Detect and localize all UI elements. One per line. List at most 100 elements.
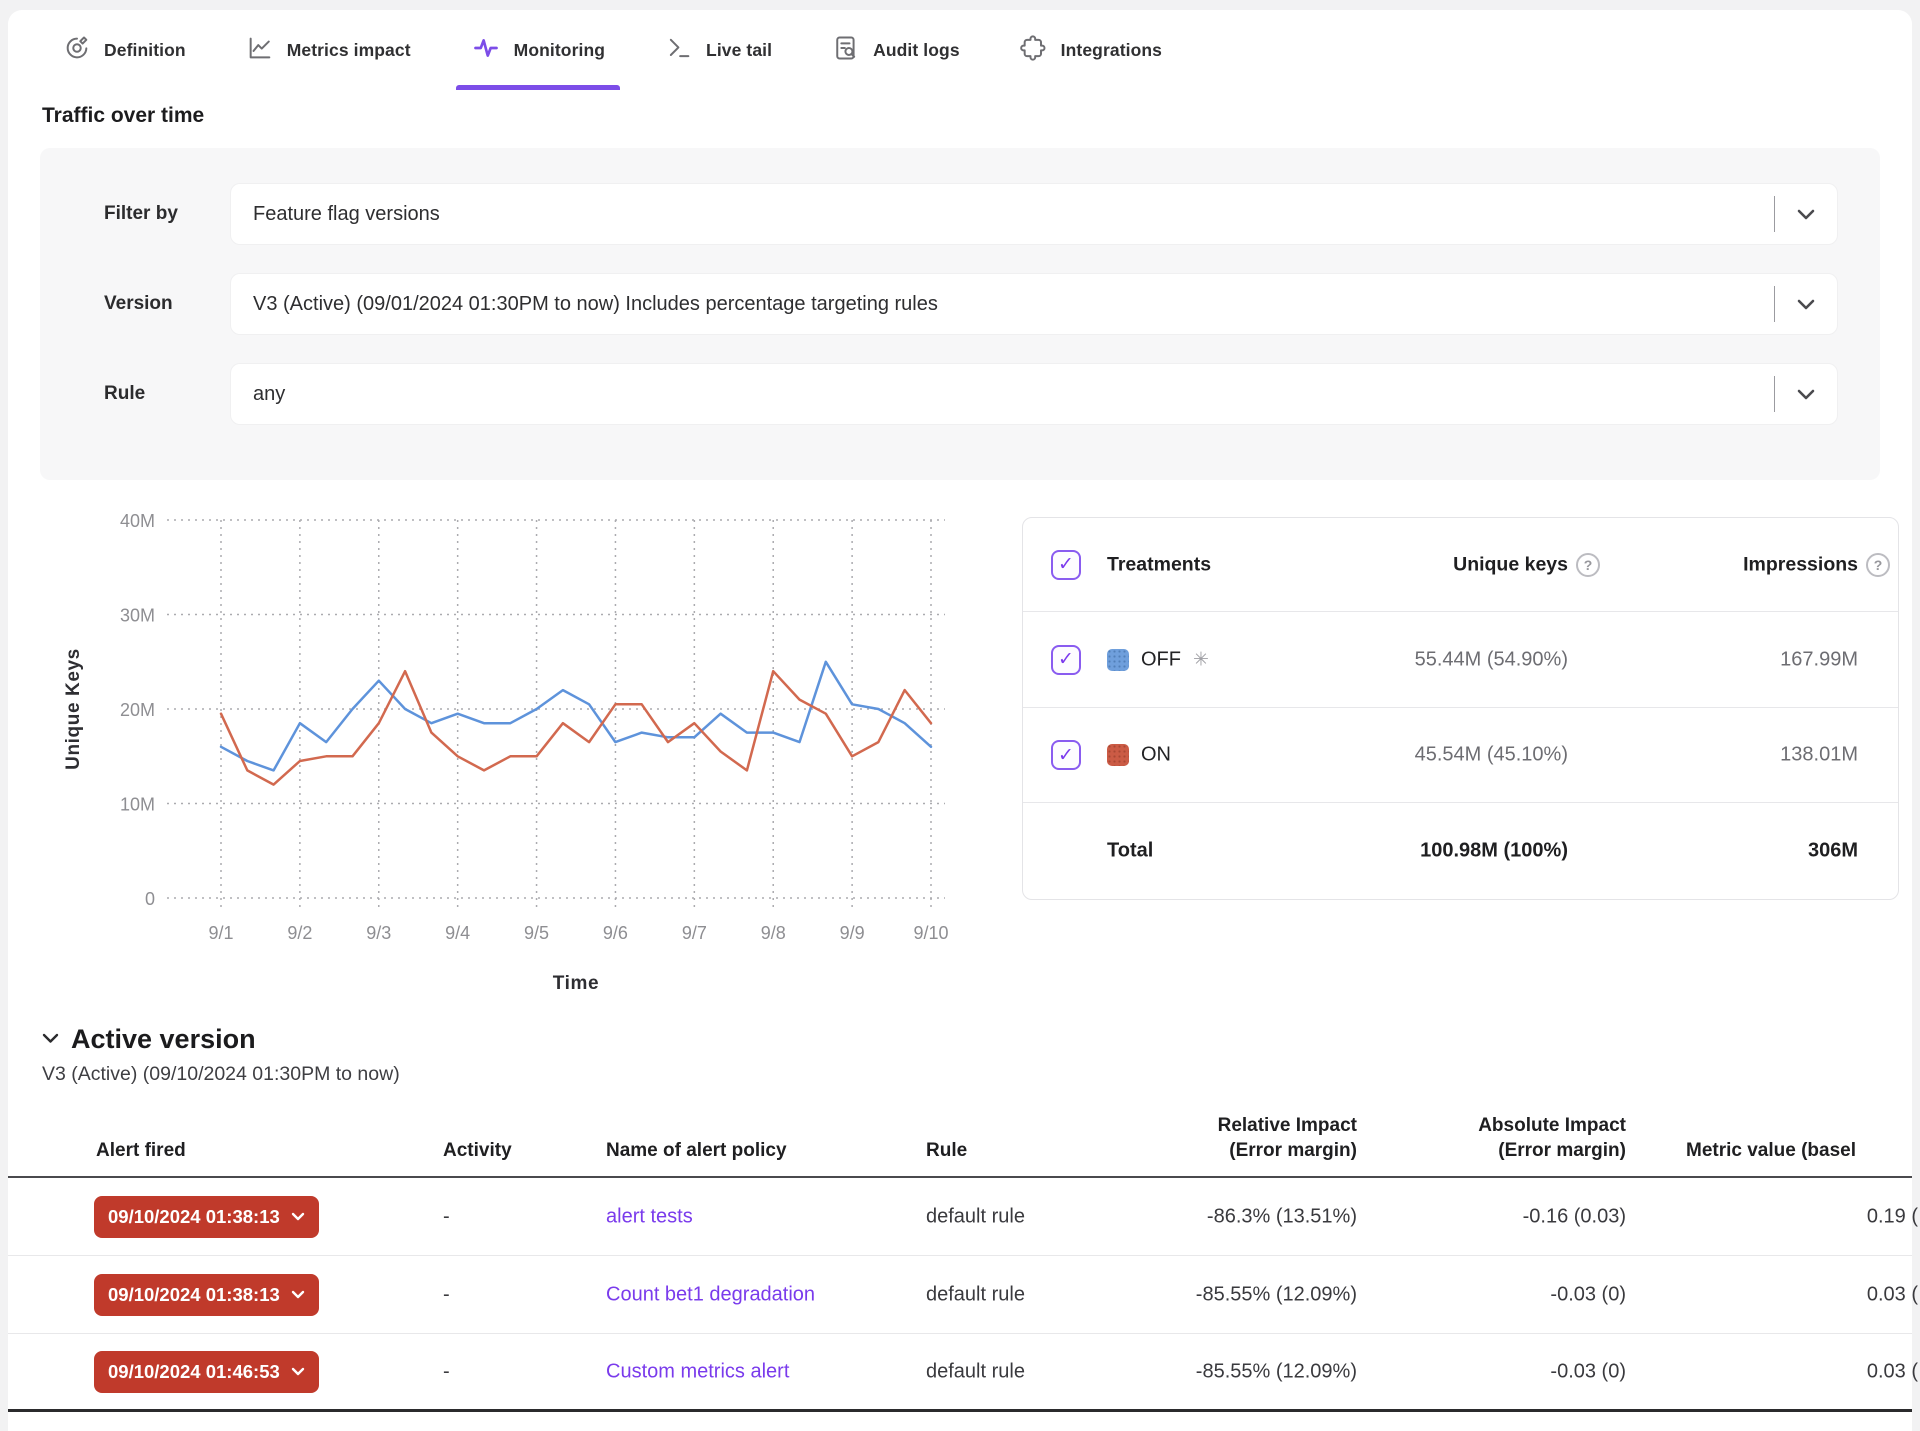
rule-cell: default rule [926,1283,1025,1306]
col-header-relative-impact: Relative Impact (Error margin) [1097,1113,1357,1164]
alert-policy-link[interactable]: Count bet1 degradation [606,1283,815,1306]
svg-text:9/10: 9/10 [913,923,948,943]
tab-audit-logs[interactable]: Audit logs [817,10,975,90]
tab-definition[interactable]: Definition [48,10,201,90]
main-card: Definition Metrics impact Monitoring Liv… [8,10,1912,1431]
svg-text:9/9: 9/9 [840,923,865,943]
active-version-subtitle: V3 (Active) (09/10/2024 01:30PM to now) [42,1063,1912,1086]
treatments-total-row: Total 100.98M (100%) 306M [1023,803,1898,899]
default-treatment-icon: ✳ [1193,648,1209,671]
version-value: V3 (Active) (09/01/2024 01:30PM to now) … [231,293,1774,316]
impressions-help-icon[interactable]: ? [1866,553,1890,577]
filter-by-label: Filter by [40,203,230,225]
check-icon: ✓ [1058,746,1074,765]
col-header-rule: Rule [926,1138,967,1164]
alert-table: Alert fired Activity Name of alert polic… [8,1102,1912,1412]
total-label: Total [1107,840,1153,863]
alert-row: 09/10/2024 01:46:53 - Custom metrics ale… [8,1334,1912,1412]
version-label: Version [40,293,230,315]
metric-value-cell: 0.19 ( [1678,1205,1918,1228]
alert-fired-badge[interactable]: 09/10/2024 01:46:53 [94,1351,319,1393]
chart-section: 9/19/29/39/49/59/69/79/89/99/10010M20M30… [8,502,1912,1002]
svg-text:10M: 10M [120,795,155,815]
tab-label: Monitoring [514,40,605,61]
definition-target-icon [63,34,91,67]
alert-fired-badge[interactable]: 09/10/2024 01:38:13 [94,1196,319,1238]
absolute-impact-cell: -0.03 (0) [1416,1360,1626,1383]
tab-live-tail[interactable]: Live tail [650,10,787,90]
unique-keys-value: 55.44M (54.90%) [1268,648,1568,671]
alert-row: 09/10/2024 01:38:13 - Count bet1 degrada… [8,1256,1912,1334]
filter-panel: Filter by Feature flag versions Version … [40,148,1880,480]
rule-value: any [231,383,1774,406]
page: Definition Metrics impact Monitoring Liv… [0,0,1920,1431]
active-version-header[interactable]: Active version [42,1024,1912,1055]
y-axis-title: Unique Keys [63,648,84,770]
relative-impact-cell: -86.3% (13.51%) [1097,1205,1357,1228]
relative-impact-cell: -85.55% (12.09%) [1097,1360,1357,1383]
tab-monitoring[interactable]: Monitoring [456,10,620,90]
tab-label: Integrations [1061,40,1162,61]
svg-text:40M: 40M [120,511,155,531]
series-line-OFF [221,662,931,771]
filter-by-select[interactable]: Feature flag versions [230,183,1838,245]
svg-text:0: 0 [145,889,155,909]
svg-text:9/6: 9/6 [603,923,628,943]
chevron-down-icon [1775,299,1837,310]
treatment-row-on: ✓ ON 45.54M (45.10%) 138.01M [1023,708,1898,803]
svg-text:9/7: 9/7 [682,923,707,943]
alert-table-header: Alert fired Activity Name of alert polic… [8,1102,1912,1178]
on-series-swatch [1107,744,1129,766]
metric-value-cell: 0.03 ( [1678,1283,1918,1306]
rule-label: Rule [40,383,230,405]
svg-text:30M: 30M [120,606,155,626]
check-icon: ✓ [1058,555,1074,574]
alert-policy-link[interactable]: alert tests [606,1205,693,1228]
rule-select[interactable]: any [230,363,1838,425]
impressions-value: 167.99M [1608,648,1858,671]
off-series-swatch [1107,649,1129,671]
treatment-on-checkbox[interactable]: ✓ [1051,740,1081,770]
treatment-off-checkbox[interactable]: ✓ [1051,645,1081,675]
svg-text:20M: 20M [120,700,155,720]
chevron-down-icon [42,1031,59,1049]
unique-keys-value: 45.54M (45.10%) [1268,744,1568,767]
active-version-title: Active version [71,1024,256,1055]
alert-policy-link[interactable]: Custom metrics alert [606,1360,789,1383]
page-title: Traffic over time [42,104,1912,128]
rule-cell: default rule [926,1360,1025,1383]
puzzle-icon [1020,34,1048,67]
metric-value-cell: 0.03 ( [1678,1360,1918,1383]
alert-fired-badge[interactable]: 09/10/2024 01:38:13 [94,1274,319,1316]
col-header-policy: Name of alert policy [606,1138,787,1164]
chevron-down-icon [291,1212,305,1221]
treatments-select-all-checkbox[interactable]: ✓ [1051,550,1081,580]
col-header-alert-fired: Alert fired [96,1138,186,1164]
chevron-down-icon [1775,209,1837,220]
tab-integrations[interactable]: Integrations [1005,10,1177,90]
filter-row-filter-by: Filter by Feature flag versions [40,183,1880,245]
activity-cell: - [443,1283,450,1306]
absolute-impact-cell: -0.03 (0) [1416,1283,1626,1306]
filter-row-rule: Rule any [40,363,1880,425]
tab-label: Audit logs [873,40,960,61]
chevron-down-icon [291,1290,305,1299]
version-select[interactable]: V3 (Active) (09/01/2024 01:30PM to now) … [230,273,1838,335]
check-icon: ✓ [1058,650,1074,669]
alert-fired-cell: 09/10/2024 01:46:53 [94,1351,319,1393]
traffic-over-time-chart: 9/19/29/39/49/59/69/79/89/99/10010M20M30… [55,502,1020,1002]
filter-by-value: Feature flag versions [231,203,1774,226]
treatment-row-off: ✓ OFF ✳ 55.44M (54.90%) 167.99M [1023,612,1898,708]
chevron-down-icon [291,1367,305,1376]
absolute-impact-cell: -0.16 (0.03) [1416,1205,1626,1228]
col-header-absolute-impact: Absolute Impact (Error margin) [1416,1113,1626,1164]
treatments-header: Treatments [1107,553,1211,576]
svg-text:9/3: 9/3 [366,923,391,943]
chevron-down-icon [1775,389,1837,400]
tab-metrics-impact[interactable]: Metrics impact [231,10,426,90]
col-header-activity: Activity [443,1138,512,1164]
alert-fired-cell: 09/10/2024 01:38:13 [94,1274,319,1316]
svg-text:9/4: 9/4 [445,923,470,943]
treatment-name: OFF ✳ [1141,648,1209,671]
unique-keys-help-icon[interactable]: ? [1576,553,1600,577]
